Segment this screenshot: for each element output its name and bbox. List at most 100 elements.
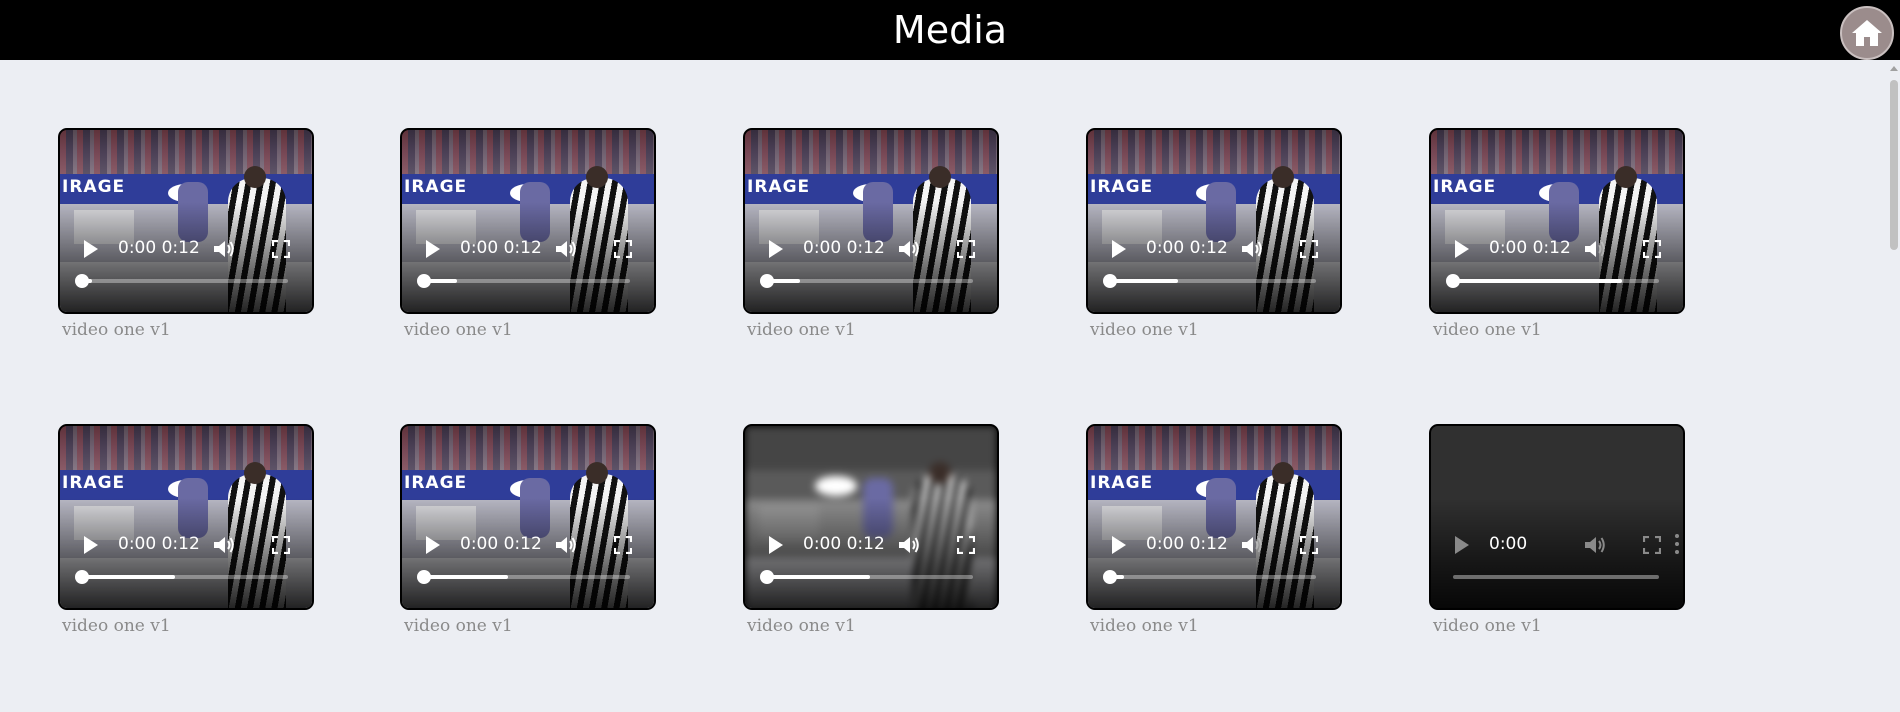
video-controls: 0:00 [1431, 426, 1683, 608]
seek-bar-fill [1453, 279, 1622, 283]
video-time: 0:00 0:12 [1146, 533, 1228, 555]
current-time: 0:00 [118, 238, 157, 258]
current-time: 0:00 [803, 238, 842, 258]
volume-icon[interactable] [1583, 238, 1607, 260]
video-player[interactable]: IRAGE 0:00 0:12 [400, 424, 656, 610]
current-time: 0:00 [1146, 534, 1185, 554]
fullscreen-icon[interactable] [614, 240, 632, 258]
volume-icon[interactable] [1583, 534, 1607, 556]
video-controls: 0:00 0:12 [1431, 130, 1683, 312]
video-card: IRAGE 0:00 0:12 video one v1 [1086, 128, 1342, 342]
current-time: 0:00 [118, 534, 157, 554]
vertical-scrollbar[interactable] [1888, 60, 1900, 712]
volume-icon[interactable] [1240, 238, 1264, 260]
seek-handle[interactable] [75, 274, 89, 288]
seek-bar-fill [1110, 279, 1178, 283]
video-controls: 0:00 0:12 [60, 426, 312, 608]
video-card: 0:00 video one v1 [1429, 424, 1685, 638]
fullscreen-icon[interactable] [272, 240, 290, 258]
duration: 0:12 [161, 534, 200, 554]
fullscreen-icon[interactable] [614, 536, 632, 554]
video-card: IRAGE 0:00 0:12 video one v1 [743, 128, 999, 342]
video-caption: video one v1 [62, 320, 171, 340]
seek-bar[interactable] [1103, 570, 1316, 584]
video-caption: video one v1 [1090, 616, 1199, 636]
duration: 0:12 [503, 534, 542, 554]
fullscreen-icon[interactable] [1300, 240, 1318, 258]
video-time: 0:00 0:12 [118, 533, 200, 555]
fullscreen-icon[interactable] [957, 536, 975, 554]
video-player[interactable]: IRAGE 0:00 0:12 [58, 424, 314, 610]
play-icon[interactable] [769, 240, 783, 258]
current-time: 0:00 [460, 534, 499, 554]
seek-bar[interactable] [417, 570, 630, 584]
page-title: Media [892, 8, 1008, 52]
fullscreen-icon[interactable] [1643, 240, 1661, 258]
volume-icon[interactable] [897, 238, 921, 260]
duration: 0:12 [846, 534, 885, 554]
volume-icon[interactable] [212, 534, 236, 556]
video-caption: video one v1 [404, 616, 513, 636]
play-icon[interactable] [1455, 240, 1469, 258]
seek-handle[interactable] [760, 570, 774, 584]
scroll-thumb[interactable] [1890, 80, 1898, 250]
video-time: 0:00 0:12 [1146, 237, 1228, 259]
video-card: IRAGE 0:00 0:12 video one v1 [400, 424, 656, 638]
seek-handle[interactable] [75, 570, 89, 584]
video-caption: video one v1 [747, 320, 856, 340]
volume-icon[interactable] [554, 238, 578, 260]
video-controls: 0:00 0:12 [402, 130, 654, 312]
play-icon[interactable] [84, 240, 98, 258]
video-player[interactable]: IRAGE 0:00 0:12 [400, 128, 656, 314]
play-icon[interactable] [426, 240, 440, 258]
video-time: 0:00 0:12 [803, 533, 885, 555]
seek-bar[interactable] [75, 570, 288, 584]
play-icon[interactable] [1455, 536, 1469, 554]
video-player[interactable]: IRAGE 0:00 0:12 [743, 128, 999, 314]
play-icon[interactable] [1112, 240, 1126, 258]
video-card: IRAGE 0:00 0:12 video one v1 [400, 128, 656, 342]
scroll-up-arrow-icon[interactable] [1890, 66, 1898, 71]
play-icon[interactable] [84, 536, 98, 554]
video-player[interactable]: IRAGE 0:00 0:12 [1429, 128, 1685, 314]
fullscreen-icon[interactable] [1300, 536, 1318, 554]
seek-bar[interactable] [1103, 274, 1316, 288]
seek-handle[interactable] [417, 570, 431, 584]
volume-icon[interactable] [212, 238, 236, 260]
video-player[interactable]: IRAGE 0:00 0:12 [58, 128, 314, 314]
video-card: IRAGE 0:00 0:12 video one v1 [58, 128, 314, 342]
seek-bar[interactable] [760, 570, 973, 584]
more-options-icon[interactable] [1675, 532, 1679, 556]
seek-bar[interactable] [760, 274, 973, 288]
play-icon[interactable] [426, 536, 440, 554]
video-player[interactable]: 0:00 0:12 [743, 424, 999, 610]
seek-bar[interactable] [75, 274, 288, 288]
fullscreen-icon[interactable] [957, 240, 975, 258]
volume-icon[interactable] [1240, 534, 1264, 556]
home-button[interactable] [1840, 6, 1894, 60]
seek-handle[interactable] [1446, 274, 1460, 288]
volume-icon[interactable] [554, 534, 578, 556]
current-time: 0:00 [1489, 534, 1528, 554]
seek-bar[interactable] [1446, 274, 1659, 288]
video-player[interactable]: IRAGE 0:00 0:12 [1086, 128, 1342, 314]
video-card: IRAGE 0:00 0:12 video one v1 [1429, 128, 1685, 342]
volume-icon[interactable] [897, 534, 921, 556]
seek-handle[interactable] [760, 274, 774, 288]
video-caption: video one v1 [62, 616, 171, 636]
play-icon[interactable] [769, 536, 783, 554]
video-caption: video one v1 [1433, 320, 1542, 340]
fullscreen-icon[interactable] [272, 536, 290, 554]
seek-handle[interactable] [1103, 570, 1117, 584]
seek-handle[interactable] [1103, 274, 1117, 288]
current-time: 0:00 [803, 534, 842, 554]
seek-handle[interactable] [417, 274, 431, 288]
seek-bar[interactable] [417, 274, 630, 288]
fullscreen-icon[interactable] [1643, 536, 1661, 554]
play-icon[interactable] [1112, 536, 1126, 554]
video-card: 0:00 0:12 video one v1 [743, 424, 999, 638]
video-player[interactable]: 0:00 [1429, 424, 1685, 610]
video-player[interactable]: IRAGE 0:00 0:12 [1086, 424, 1342, 610]
seek-bar[interactable] [1453, 575, 1659, 579]
duration: 0:12 [503, 238, 542, 258]
